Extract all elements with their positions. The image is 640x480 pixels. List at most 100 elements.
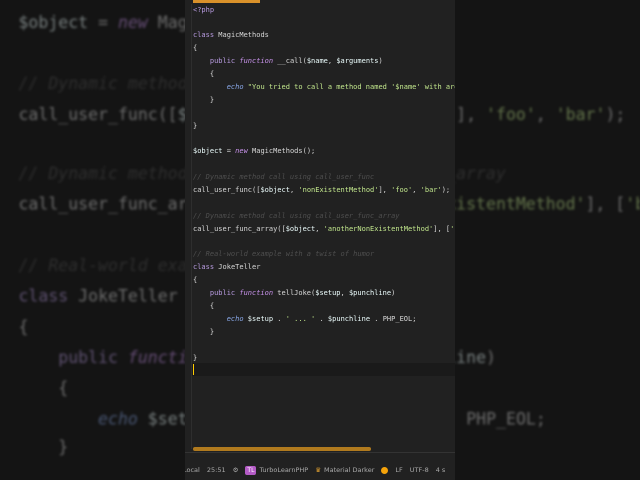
code-token: ], [	[585, 196, 626, 216]
code-line: {	[185, 300, 455, 313]
code-token: echo	[18, 409, 148, 429]
code-line: echo "You tried to call a method named '…	[185, 81, 455, 94]
code-line: public function tellJoke($setup, $punchl…	[185, 287, 455, 300]
code-token: 'foo'	[391, 185, 413, 194]
code-line: {	[185, 274, 455, 287]
code-token: )	[391, 289, 396, 298]
code-token: 'nonExistentMethod'	[298, 185, 379, 194]
code-line: }	[185, 352, 455, 365]
code-token: __call(	[277, 57, 307, 66]
code-token: . PHP_EOL;	[370, 314, 417, 323]
code-line: // Dynamic method call using call_user_f…	[185, 210, 455, 223]
cursor-position[interactable]: 25:51	[207, 466, 226, 474]
code-token: public	[18, 348, 128, 368]
settings-gear-icon[interactable]: ⚙	[233, 466, 239, 474]
code-line: echo $setup . ' ... ' . $punchline . PHP…	[185, 313, 455, 326]
code-token: $punchline	[327, 314, 371, 323]
code-token: $setup	[247, 314, 274, 323]
code-line: }	[185, 94, 455, 107]
code-token: }	[193, 95, 215, 104]
code-token: ],	[456, 104, 487, 124]
code-token: 'foo'	[486, 104, 536, 124]
status-divider	[185, 452, 455, 453]
code-token: {	[18, 378, 69, 398]
code-line: {	[185, 68, 455, 81]
code-line: {	[185, 42, 455, 55]
code-token: public	[193, 57, 240, 66]
code-token: $object	[260, 185, 290, 194]
code-token: ,	[412, 185, 421, 194]
code-token: 'baz'	[450, 224, 455, 233]
code-token: call_user_func_array([	[193, 224, 286, 233]
code-token: {	[193, 276, 198, 285]
line-ending[interactable]: LF	[395, 466, 402, 474]
code-token: class	[193, 263, 219, 272]
code-line: class MagicMethods	[185, 29, 455, 42]
code-token: )	[378, 57, 383, 66]
code-token: }	[18, 439, 69, 459]
project-badge: TL	[245, 465, 257, 475]
code-editor[interactable]: <?php class MagicMethods { public function…	[185, 4, 455, 378]
code-token: function	[239, 57, 278, 66]
code-token: echo	[193, 82, 248, 91]
code-line: <?php	[185, 4, 455, 17]
code-token: 'baz'	[625, 196, 640, 216]
code-token: $object	[285, 224, 316, 233]
editor-panel: <?php class MagicMethods { public function…	[185, 0, 455, 480]
theme-widget[interactable]: ♛ Material Darker	[315, 466, 374, 474]
code-token: ,	[315, 224, 324, 233]
code-token: function	[239, 289, 278, 298]
code-token: MagicMethods	[218, 31, 269, 40]
code-token: );	[605, 104, 626, 124]
code-token: 'anotherNonExistentMethod'	[323, 224, 434, 233]
code-line: }	[185, 326, 455, 339]
code-token: class	[193, 31, 219, 40]
code-token: JokeTeller	[218, 263, 261, 272]
theme-name: Material Darker	[324, 466, 375, 474]
code-token: JokeTeller	[78, 287, 178, 307]
code-token: $setup	[315, 289, 341, 298]
code-token: MagicMethods();	[252, 147, 316, 156]
code-line: $object = new MagicMethods();	[185, 145, 455, 158]
code-token: .	[315, 314, 328, 323]
notification-dot-icon[interactable]	[381, 466, 389, 474]
code-token: }	[193, 353, 198, 362]
code-token: tellJoke(	[277, 289, 316, 298]
project-widget[interactable]: TL TurboLearnPHP	[245, 465, 308, 475]
code-token: public	[193, 289, 240, 298]
code-token: $object	[18, 13, 89, 33]
code-token: )	[486, 348, 497, 368]
code-token: ], [	[433, 224, 451, 233]
code-token: class	[18, 287, 79, 307]
code-token: echo	[193, 314, 248, 323]
code-token: {	[193, 69, 215, 78]
code-line: // Dynamic method call using call_user_f…	[185, 171, 455, 184]
indent-setting[interactable]: 4 s	[436, 466, 446, 474]
code-token: call_user_func([	[193, 185, 261, 194]
code-line: }	[185, 120, 455, 133]
code-token: $arguments	[336, 57, 379, 66]
code-line: // Real-world example with a twist of hu…	[185, 248, 455, 261]
vcs-status[interactable]: Local	[185, 466, 200, 474]
code-token: =	[222, 147, 236, 156]
code-line: call_user_func([$object, 'nonExistentMet…	[185, 184, 455, 197]
code-token: $object	[193, 147, 223, 156]
code-line: public function __call($name, $arguments…	[185, 55, 455, 68]
code-token: // Dynamic method call using call_user_f…	[193, 173, 375, 182]
code-token: ' ... '	[285, 314, 316, 323]
horizontal-scrollbar[interactable]	[193, 447, 371, 451]
file-encoding[interactable]: UTF-8	[410, 466, 429, 474]
code-token: ],	[378, 185, 392, 194]
code-token: ,	[340, 289, 349, 298]
code-line: class JokeTeller	[185, 261, 455, 274]
status-bar: Local 25:51 ⚙ TL TurboLearnPHP ♛ Materia…	[185, 460, 455, 480]
code-line: call_user_func_array([$object, 'anotherN…	[185, 223, 455, 236]
code-token: call_user_func([	[18, 104, 178, 124]
code-token: 'bar'	[555, 104, 606, 124]
